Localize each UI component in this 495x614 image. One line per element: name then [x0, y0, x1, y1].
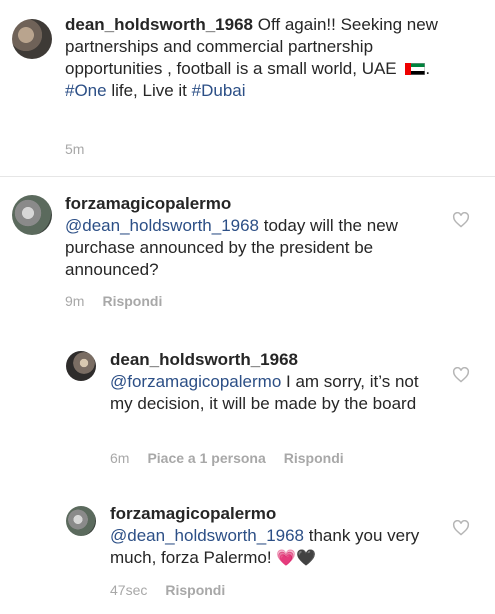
divider	[0, 176, 495, 177]
hashtag-dubai[interactable]: #Dubai	[192, 81, 246, 100]
likes-count-link[interactable]: Piace a 1 persona	[147, 450, 265, 466]
black-heart-emoji: 🖤	[296, 550, 317, 567]
comment-text: dean_holdsworth_1968 @forzamagicopalermo…	[110, 350, 419, 413]
timestamp: 47sec	[110, 582, 148, 598]
comment-meta: 47sec Rispondi	[110, 582, 243, 598]
comment-meta: 6m Piace a 1 persona Rispondi	[110, 450, 362, 466]
comment-username[interactable]: dean_holdsworth_1968	[110, 350, 298, 369]
comment-text: forzamagicopalermo @dean_holdsworth_1968…	[65, 194, 398, 279]
avatar[interactable]	[12, 19, 52, 59]
uae-flag-icon	[405, 63, 426, 75]
mention-link[interactable]: @dean_holdsworth_1968	[110, 526, 304, 545]
reply-button[interactable]: Rispondi	[284, 450, 344, 466]
avatar[interactable]	[66, 506, 96, 536]
hashtag-one[interactable]: #One	[65, 81, 107, 100]
heart-outline-icon[interactable]	[452, 212, 470, 228]
comment-meta: 9m Rispondi	[65, 293, 180, 309]
comment-username[interactable]: forzamagicopalermo	[65, 194, 231, 213]
mention-link[interactable]: @forzamagicopalermo	[110, 372, 281, 391]
timestamp: 9m	[65, 293, 85, 309]
pink-heart-emoji: 💗	[276, 550, 297, 567]
avatar[interactable]	[66, 351, 96, 381]
mention-link[interactable]: @dean_holdsworth_1968	[65, 216, 259, 235]
timestamp: 5m	[65, 141, 85, 157]
caption-text: dean_holdsworth_1968 Off again!! Seeking…	[65, 15, 438, 100]
post-username[interactable]: dean_holdsworth_1968	[65, 15, 253, 34]
reply-button[interactable]: Rispondi	[165, 582, 225, 598]
timestamp: 6m	[110, 450, 130, 466]
avatar[interactable]	[12, 195, 52, 235]
comment-text: forzamagicopalermo @dean_holdsworth_1968…	[110, 504, 420, 567]
heart-outline-icon[interactable]	[452, 520, 470, 536]
heart-outline-icon[interactable]	[452, 367, 470, 383]
post-meta: 5m	[65, 141, 102, 157]
comment-username[interactable]: forzamagicopalermo	[110, 504, 276, 523]
reply-button[interactable]: Rispondi	[102, 293, 162, 309]
